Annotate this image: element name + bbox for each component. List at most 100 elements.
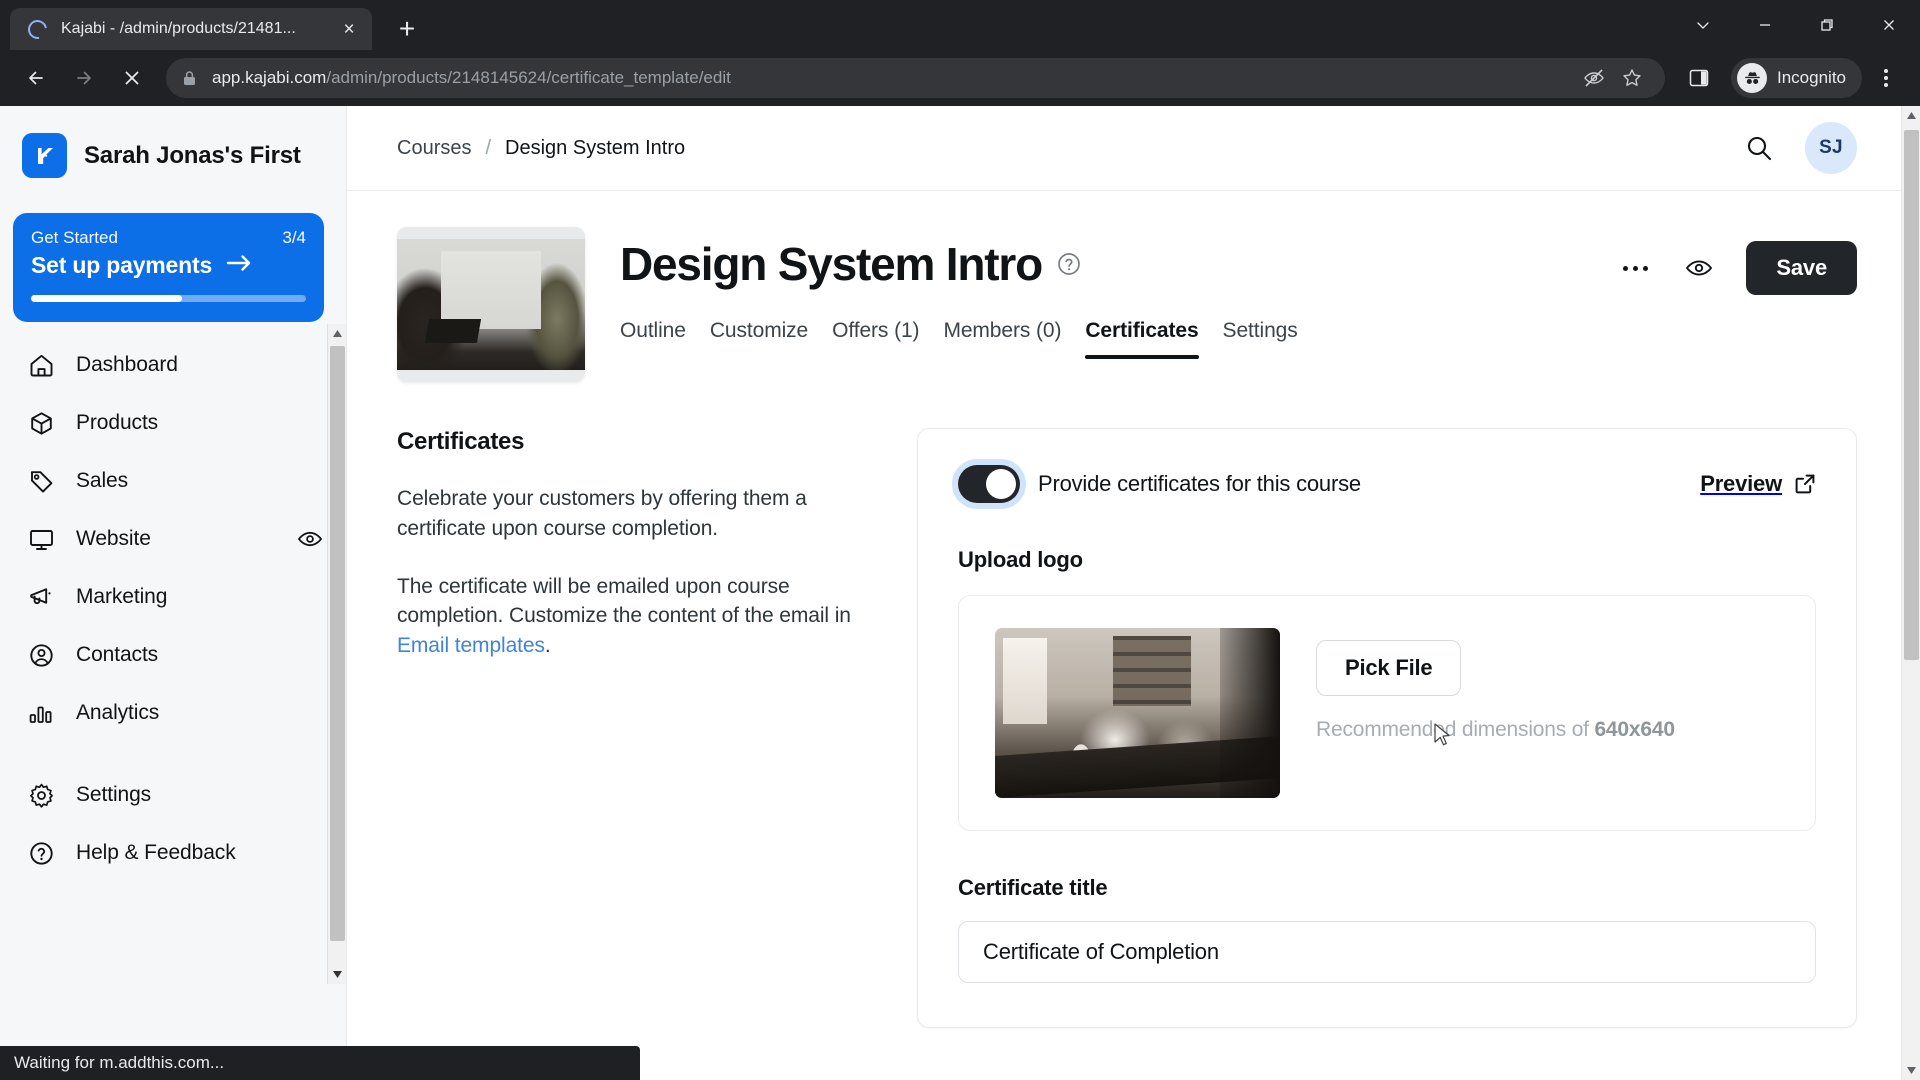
browser-window: Kajabi - /admin/products/21481... × + ap… — [0, 0, 1920, 1080]
brand-header[interactable]: Sarah Jonas's First — [0, 106, 346, 178]
get-started-count: 3/4 — [282, 228, 306, 247]
scroll-up-arrow-icon[interactable] — [1902, 106, 1920, 125]
lock-icon — [182, 70, 200, 87]
eye-icon[interactable] — [296, 526, 324, 552]
status-bar: Waiting for m.addthis.com... — [0, 1046, 640, 1080]
forward-icon[interactable] — [62, 56, 106, 100]
recommended-prefix: Recommended dimensions of — [1316, 718, 1595, 741]
question-mark-circle-icon[interactable] — [1056, 251, 1082, 277]
upload-logo-box: Pick File Recommended dimensions of 640x… — [958, 595, 1816, 831]
sidebar-item-label: Settings — [76, 783, 152, 806]
tab-certificates[interactable]: Certificates — [1085, 319, 1199, 359]
side-panel-icon[interactable] — [1677, 56, 1721, 100]
address-bar[interactable]: app.kajabi.com/admin/products/2148145624… — [166, 58, 1665, 98]
preview-eye-icon[interactable] — [1682, 251, 1716, 285]
maximize-icon[interactable] — [1796, 0, 1858, 50]
stop-loading-icon[interactable] — [110, 56, 154, 100]
certificate-settings-card: Provide certificates for this course Pre… — [917, 428, 1857, 1028]
sidebar-item-analytics[interactable]: Analytics — [0, 684, 346, 742]
megaphone-icon — [26, 582, 56, 612]
three-dot-menu-icon[interactable] — [1866, 56, 1906, 100]
logo-preview-shelf — [1113, 636, 1191, 706]
new-tab-button[interactable]: + — [386, 8, 428, 50]
header-actions: Save — [1618, 227, 1857, 295]
sidebar-scrollbar[interactable] — [327, 324, 346, 984]
thumbnail-whiteboard — [441, 251, 541, 329]
sidebar-item-label: Analytics — [76, 701, 160, 724]
bookmark-star-icon[interactable] — [1615, 61, 1649, 95]
sidebar-item-website[interactable]: Website — [0, 510, 346, 568]
get-started-card[interactable]: Get Started 3/4 Set up payments — [13, 213, 324, 322]
sidebar-item-label: Contacts — [76, 643, 159, 666]
sidebar-item-settings[interactable]: Settings — [0, 766, 346, 824]
page-scrollbar[interactable] — [1901, 106, 1920, 1080]
paragraph-2-before: The certificate will be emailed upon cou… — [397, 574, 851, 628]
loading-spinner-icon — [24, 15, 51, 43]
sidebar-item-products[interactable]: Products — [0, 394, 346, 452]
sidebar-item-help-feedback[interactable]: Help & Feedback — [0, 824, 346, 882]
tab-settings[interactable]: Settings — [1223, 319, 1298, 359]
breadcrumb-parent[interactable]: Courses — [397, 137, 471, 160]
sidebar-scroll-thumb[interactable] — [330, 346, 345, 941]
preview-link[interactable]: Preview — [1700, 471, 1816, 497]
sidebar-item-marketing[interactable]: Marketing — [0, 568, 346, 626]
email-templates-link[interactable]: Email templates — [397, 634, 545, 657]
get-started-action[interactable]: Set up payments — [31, 252, 306, 279]
bar-chart-icon — [26, 698, 56, 728]
minimize-icon[interactable] — [1734, 0, 1796, 50]
window-controls — [1672, 0, 1920, 50]
back-icon[interactable] — [14, 56, 58, 100]
page-viewport: Sarah Jonas's First Get Started 3/4 Set … — [0, 106, 1920, 1080]
pick-file-button[interactable]: Pick File — [1316, 640, 1462, 696]
get-started-action-label: Set up payments — [31, 252, 213, 278]
card-top-row: Provide certificates for this course Pre… — [958, 465, 1816, 503]
logo-preview-window — [1003, 638, 1047, 724]
profile-label: Incognito — [1777, 68, 1846, 87]
incognito-icon — [1737, 63, 1767, 93]
sidebar-item-label: Marketing — [76, 585, 168, 608]
recommended-dimensions: Recommended dimensions of 640x640 — [1316, 718, 1675, 742]
box-icon — [26, 408, 56, 438]
thumbnail-laptop — [424, 319, 482, 343]
breadcrumb-current: Design System Intro — [505, 136, 686, 159]
sidebar-item-dashboard[interactable]: Dashboard — [0, 336, 346, 394]
sidebar-nav: Dashboard Products Sales Website Marketi… — [0, 336, 346, 882]
avatar[interactable]: SJ — [1805, 122, 1857, 174]
certificates-description: Certificates Celebrate your customers by… — [397, 428, 877, 1028]
scroll-down-arrow-icon[interactable] — [1902, 1061, 1920, 1080]
scroll-up-arrow-icon[interactable] — [328, 324, 347, 343]
chevron-down-icon[interactable] — [1672, 0, 1734, 50]
certificate-title-input[interactable] — [958, 921, 1816, 983]
cookie-blocked-icon[interactable] — [1577, 61, 1611, 95]
url-path: /admin/products/2148145624/certificate_t… — [326, 68, 731, 87]
save-button[interactable]: Save — [1746, 241, 1857, 295]
progress-fill — [31, 295, 183, 302]
upload-logo-label: Upload logo — [958, 547, 1083, 572]
search-icon[interactable] — [1739, 128, 1779, 168]
incognito-profile-button[interactable]: Incognito — [1731, 58, 1862, 98]
tab-members[interactable]: Members (0) — [943, 319, 1061, 359]
ellipsis-icon[interactable] — [1618, 251, 1652, 285]
browser-tab[interactable]: Kajabi - /admin/products/21481... × — [10, 8, 372, 50]
sidebar-item-label: Sales — [76, 469, 129, 492]
provide-certificates-toggle[interactable] — [958, 465, 1020, 503]
toggle-label: Provide certificates for this course — [1038, 471, 1361, 496]
sidebar-item-contacts[interactable]: Contacts — [0, 626, 346, 684]
sidebar-item-sales[interactable]: Sales — [0, 452, 346, 510]
close-window-icon[interactable] — [1858, 0, 1920, 50]
page-scroll-thumb[interactable] — [1904, 130, 1919, 660]
section-title: Certificates — [397, 428, 525, 455]
certificates-content: Certificates Celebrate your customers by… — [347, 382, 1920, 1028]
certificate-title-label: Certificate title — [958, 875, 1108, 900]
close-icon[interactable]: × — [336, 16, 362, 42]
monitor-icon — [26, 524, 56, 554]
tab-customize[interactable]: Customize — [710, 319, 808, 359]
title-line: Design System Intro — [620, 237, 1618, 291]
page-topbar: Courses / Design System Intro SJ — [347, 106, 1920, 191]
tab-offers[interactable]: Offers (1) — [832, 319, 919, 359]
tab-outline[interactable]: Outline — [620, 319, 686, 359]
tab-strip: Kajabi - /admin/products/21481... × + — [0, 0, 1920, 50]
question-circle-icon — [26, 838, 56, 868]
scroll-down-arrow-icon[interactable] — [328, 965, 347, 984]
